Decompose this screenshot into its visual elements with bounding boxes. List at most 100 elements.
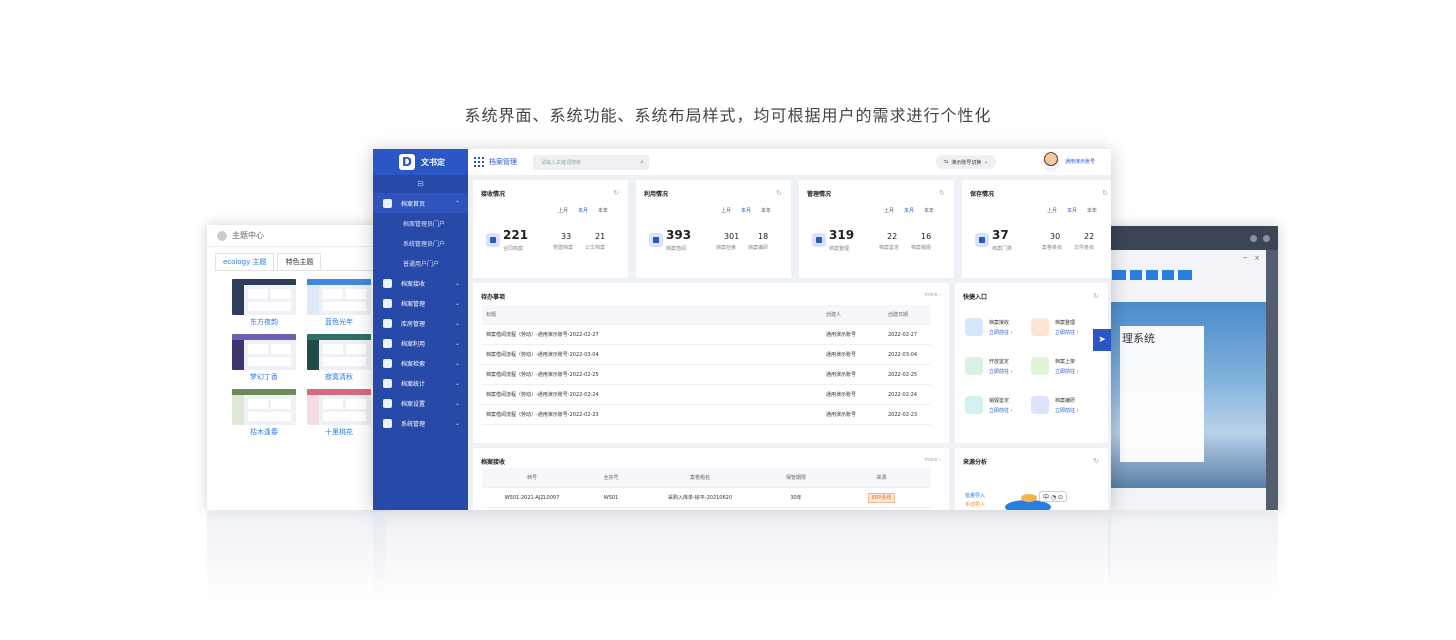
- app-grid-icon[interactable]: [474, 157, 484, 167]
- table-cell: 2022-03-04: [888, 351, 918, 358]
- theme-thumbnail[interactable]: 十里桃花: [307, 389, 371, 437]
- close-icon[interactable]: ×: [1254, 254, 1260, 262]
- sidebar-item[interactable]: 库房管理 ⌄: [373, 313, 468, 333]
- quick-entry-item[interactable]: 销毁鉴定 立即前往 ›: [965, 394, 1035, 424]
- settings-icon[interactable]: [1250, 234, 1257, 242]
- minimize-icon[interactable]: −: [1242, 254, 1248, 262]
- sidebar-item[interactable]: 档案首页 ⌃: [373, 193, 468, 213]
- table-row[interactable]: 档案借阅流程（劳动）-通用演示账号-2022-03-04 通用演示账号 2022-0…: [482, 345, 931, 365]
- archive-receive-title: 档案接收: [481, 459, 506, 466]
- table-row[interactable]: WS01-2021-AJZL0007 WS01 采购入库单-徐平-20210620 3…: [482, 488, 931, 508]
- avatar[interactable]: [1263, 234, 1270, 242]
- sidebar-item[interactable]: 档案利用 ⌄: [373, 333, 468, 353]
- tab-this-year[interactable]: 本年: [924, 207, 934, 214]
- sidebar-item[interactable]: 档案管理 ⌄: [373, 293, 468, 313]
- toolbar-button[interactable]: [1177, 270, 1192, 280]
- stat-value: 30: [1050, 232, 1061, 241]
- toolbar-button[interactable]: [1162, 270, 1174, 280]
- sidebar-item[interactable]: 档案检索 ⌄: [373, 353, 468, 373]
- quick-entry-link[interactable]: 立即前往 ›: [989, 329, 1013, 336]
- search-icon[interactable]: ⌕: [640, 158, 644, 167]
- quick-entry-link[interactable]: 立即前往 ›: [989, 368, 1013, 375]
- stat-value: 18: [758, 232, 769, 241]
- tab-special-theme[interactable]: 特色主题: [277, 253, 322, 270]
- tab-this-month[interactable]: 本月: [578, 207, 588, 214]
- table-row[interactable]: 档案借阅流程（劳动）-通用演示账号-2022-02-27 通用演示账号 2022-0…: [482, 325, 931, 345]
- theme-label: 枯木逢春: [250, 428, 278, 436]
- collapse-sidebar-icon[interactable]: ⊟: [373, 175, 468, 193]
- quick-entry-item[interactable]: 档案接收 立即前往 ›: [965, 316, 1035, 346]
- tab-last-month[interactable]: 上月: [558, 207, 568, 214]
- table-row[interactable]: 档案借阅流程（劳动）-通用演示账号-2022-02-23 通用演示账号 2022-0…: [482, 405, 931, 425]
- table-cell: 档案借阅流程（劳动）-通用演示账号-2022-03-04: [486, 352, 599, 358]
- column-header: 创建人: [826, 312, 842, 318]
- table-row[interactable]: 档案借阅流程（劳动）-通用演示账号-2022-02-25 通用演示账号 2022-0…: [482, 365, 931, 385]
- sidebar-item[interactable]: 档案管理员门户: [373, 213, 468, 233]
- tab-this-month[interactable]: 本月: [1067, 207, 1077, 214]
- table-cell: 2022-02-23: [888, 411, 918, 418]
- refresh-icon[interactable]: ↻: [1093, 292, 1099, 300]
- table-row[interactable]: 档案借阅流程（劳动）-通用演示账号-2022-02-24 通用演示账号 2022-0…: [482, 385, 931, 405]
- table-cell: 档案借阅流程（劳动）-通用演示账号-2022-02-27: [486, 332, 599, 338]
- dialog-toolbar: [1108, 266, 1266, 284]
- quick-entry-item[interactable]: 档案整理 立即前往 ›: [1031, 316, 1101, 346]
- toolbar-button[interactable]: [1145, 270, 1159, 280]
- tab-this-year[interactable]: 本年: [1087, 207, 1097, 214]
- refresh-icon[interactable]: ↻: [939, 189, 945, 197]
- refresh-icon[interactable]: ↻: [1102, 189, 1108, 197]
- sidebar-item[interactable]: 系统管理员门户: [373, 233, 468, 253]
- theme-thumbnail[interactable]: 蓝色光年: [307, 279, 371, 327]
- sidebar-item[interactable]: 档案设置 ⌄: [373, 393, 468, 413]
- send-icon[interactable]: ➤: [1093, 329, 1111, 351]
- tab-last-month[interactable]: 上月: [884, 207, 894, 214]
- toolbar-button[interactable]: [1130, 270, 1142, 280]
- sidebar-item[interactable]: 系统管理 ⌄: [373, 413, 468, 433]
- refresh-icon[interactable]: ↻: [776, 189, 782, 197]
- tab-this-month[interactable]: 本月: [741, 207, 751, 214]
- sidebar-item[interactable]: 档案接收 ⌄: [373, 273, 468, 293]
- tab-this-month[interactable]: 本月: [904, 207, 914, 214]
- theme-thumbnail[interactable]: 枯木逢春: [232, 389, 296, 437]
- quick-entry-link[interactable]: 立即前往 ›: [989, 407, 1013, 414]
- sidebar-item[interactable]: 普通用户门户: [373, 253, 468, 273]
- user-name[interactable]: 通用演示账号: [1065, 158, 1095, 165]
- receive-more-link[interactable]: more ›: [924, 457, 941, 463]
- todo-more-link[interactable]: more ›: [924, 292, 941, 298]
- quick-entry-item[interactable]: 档案编研 立即前往 ›: [1031, 394, 1101, 424]
- sidebar-nav: 档案首页 ⌃ 档案管理员门户 系统管理员门户 普通用户门户 档案接收 ⌄ 档案管理 ⌄ 库房管理 ⌄…: [373, 193, 468, 433]
- toolbar-button[interactable]: [1112, 270, 1127, 280]
- theme-thumbnail[interactable]: 寂寞清秋: [307, 334, 371, 382]
- stat-main-value: 37: [992, 228, 1009, 242]
- app-logo[interactable]: D 文书定: [373, 149, 468, 175]
- theme-label: 十里桃花: [325, 428, 353, 436]
- quick-entry-link[interactable]: 立即前往 ›: [1055, 329, 1079, 336]
- theme-center-title: 主题中心: [232, 231, 264, 240]
- tab-last-month[interactable]: 上月: [721, 207, 731, 214]
- search-input[interactable]: 请输入关键词搜索 ⌕: [533, 154, 649, 170]
- quick-entry-item[interactable]: 开放鉴定 立即前往 ›: [965, 355, 1035, 385]
- theme-thumbnail[interactable]: 梦幻丁香: [232, 334, 296, 382]
- menu-icon: [383, 378, 392, 388]
- avatar[interactable]: [1043, 152, 1059, 172]
- theme-thumbnail[interactable]: 东方夜韵: [232, 279, 296, 327]
- sidebar-item[interactable]: 档案统计 ⌄: [373, 373, 468, 393]
- theme-label: 梦幻丁香: [250, 373, 278, 381]
- quick-entry-link[interactable]: 立即前往 ›: [1055, 368, 1079, 375]
- quick-entry-icon: [1031, 357, 1049, 375]
- account-switch-button[interactable]: ⇆ 演示账号切换 ⌄: [936, 155, 997, 169]
- tab-this-year[interactable]: 本年: [598, 207, 608, 214]
- tab-last-month[interactable]: 上月: [1047, 207, 1057, 214]
- receive-table: 档号 全宗号 案卷题名 保管期限 来源 WS01-2021-AJZL0007 WS01 采购入…: [482, 468, 931, 508]
- refresh-icon[interactable]: ↻: [1093, 457, 1099, 465]
- quick-entry-link[interactable]: 立即前往 ›: [1055, 407, 1079, 414]
- stat-main-label: 档案门类: [992, 246, 1013, 252]
- quick-entry-item[interactable]: 档案上架 立即前往 ›: [1031, 355, 1101, 385]
- chart-controls[interactable]: 中 ◔ ⊙: [1039, 491, 1068, 502]
- refresh-icon[interactable]: ↻: [613, 189, 619, 197]
- todo-table: 标题 创建人 创建日期 档案借阅流程（劳动）-通用演示账号-2022-02-27 通用演…: [482, 305, 931, 425]
- tab-this-year[interactable]: 本年: [761, 207, 771, 214]
- tab-ecology-theme[interactable]: ecology 主题: [215, 253, 275, 270]
- table-cell: 通用演示账号: [826, 412, 857, 418]
- column-header: 保管期限: [785, 475, 806, 481]
- table-cell: 通用演示账号: [826, 332, 857, 338]
